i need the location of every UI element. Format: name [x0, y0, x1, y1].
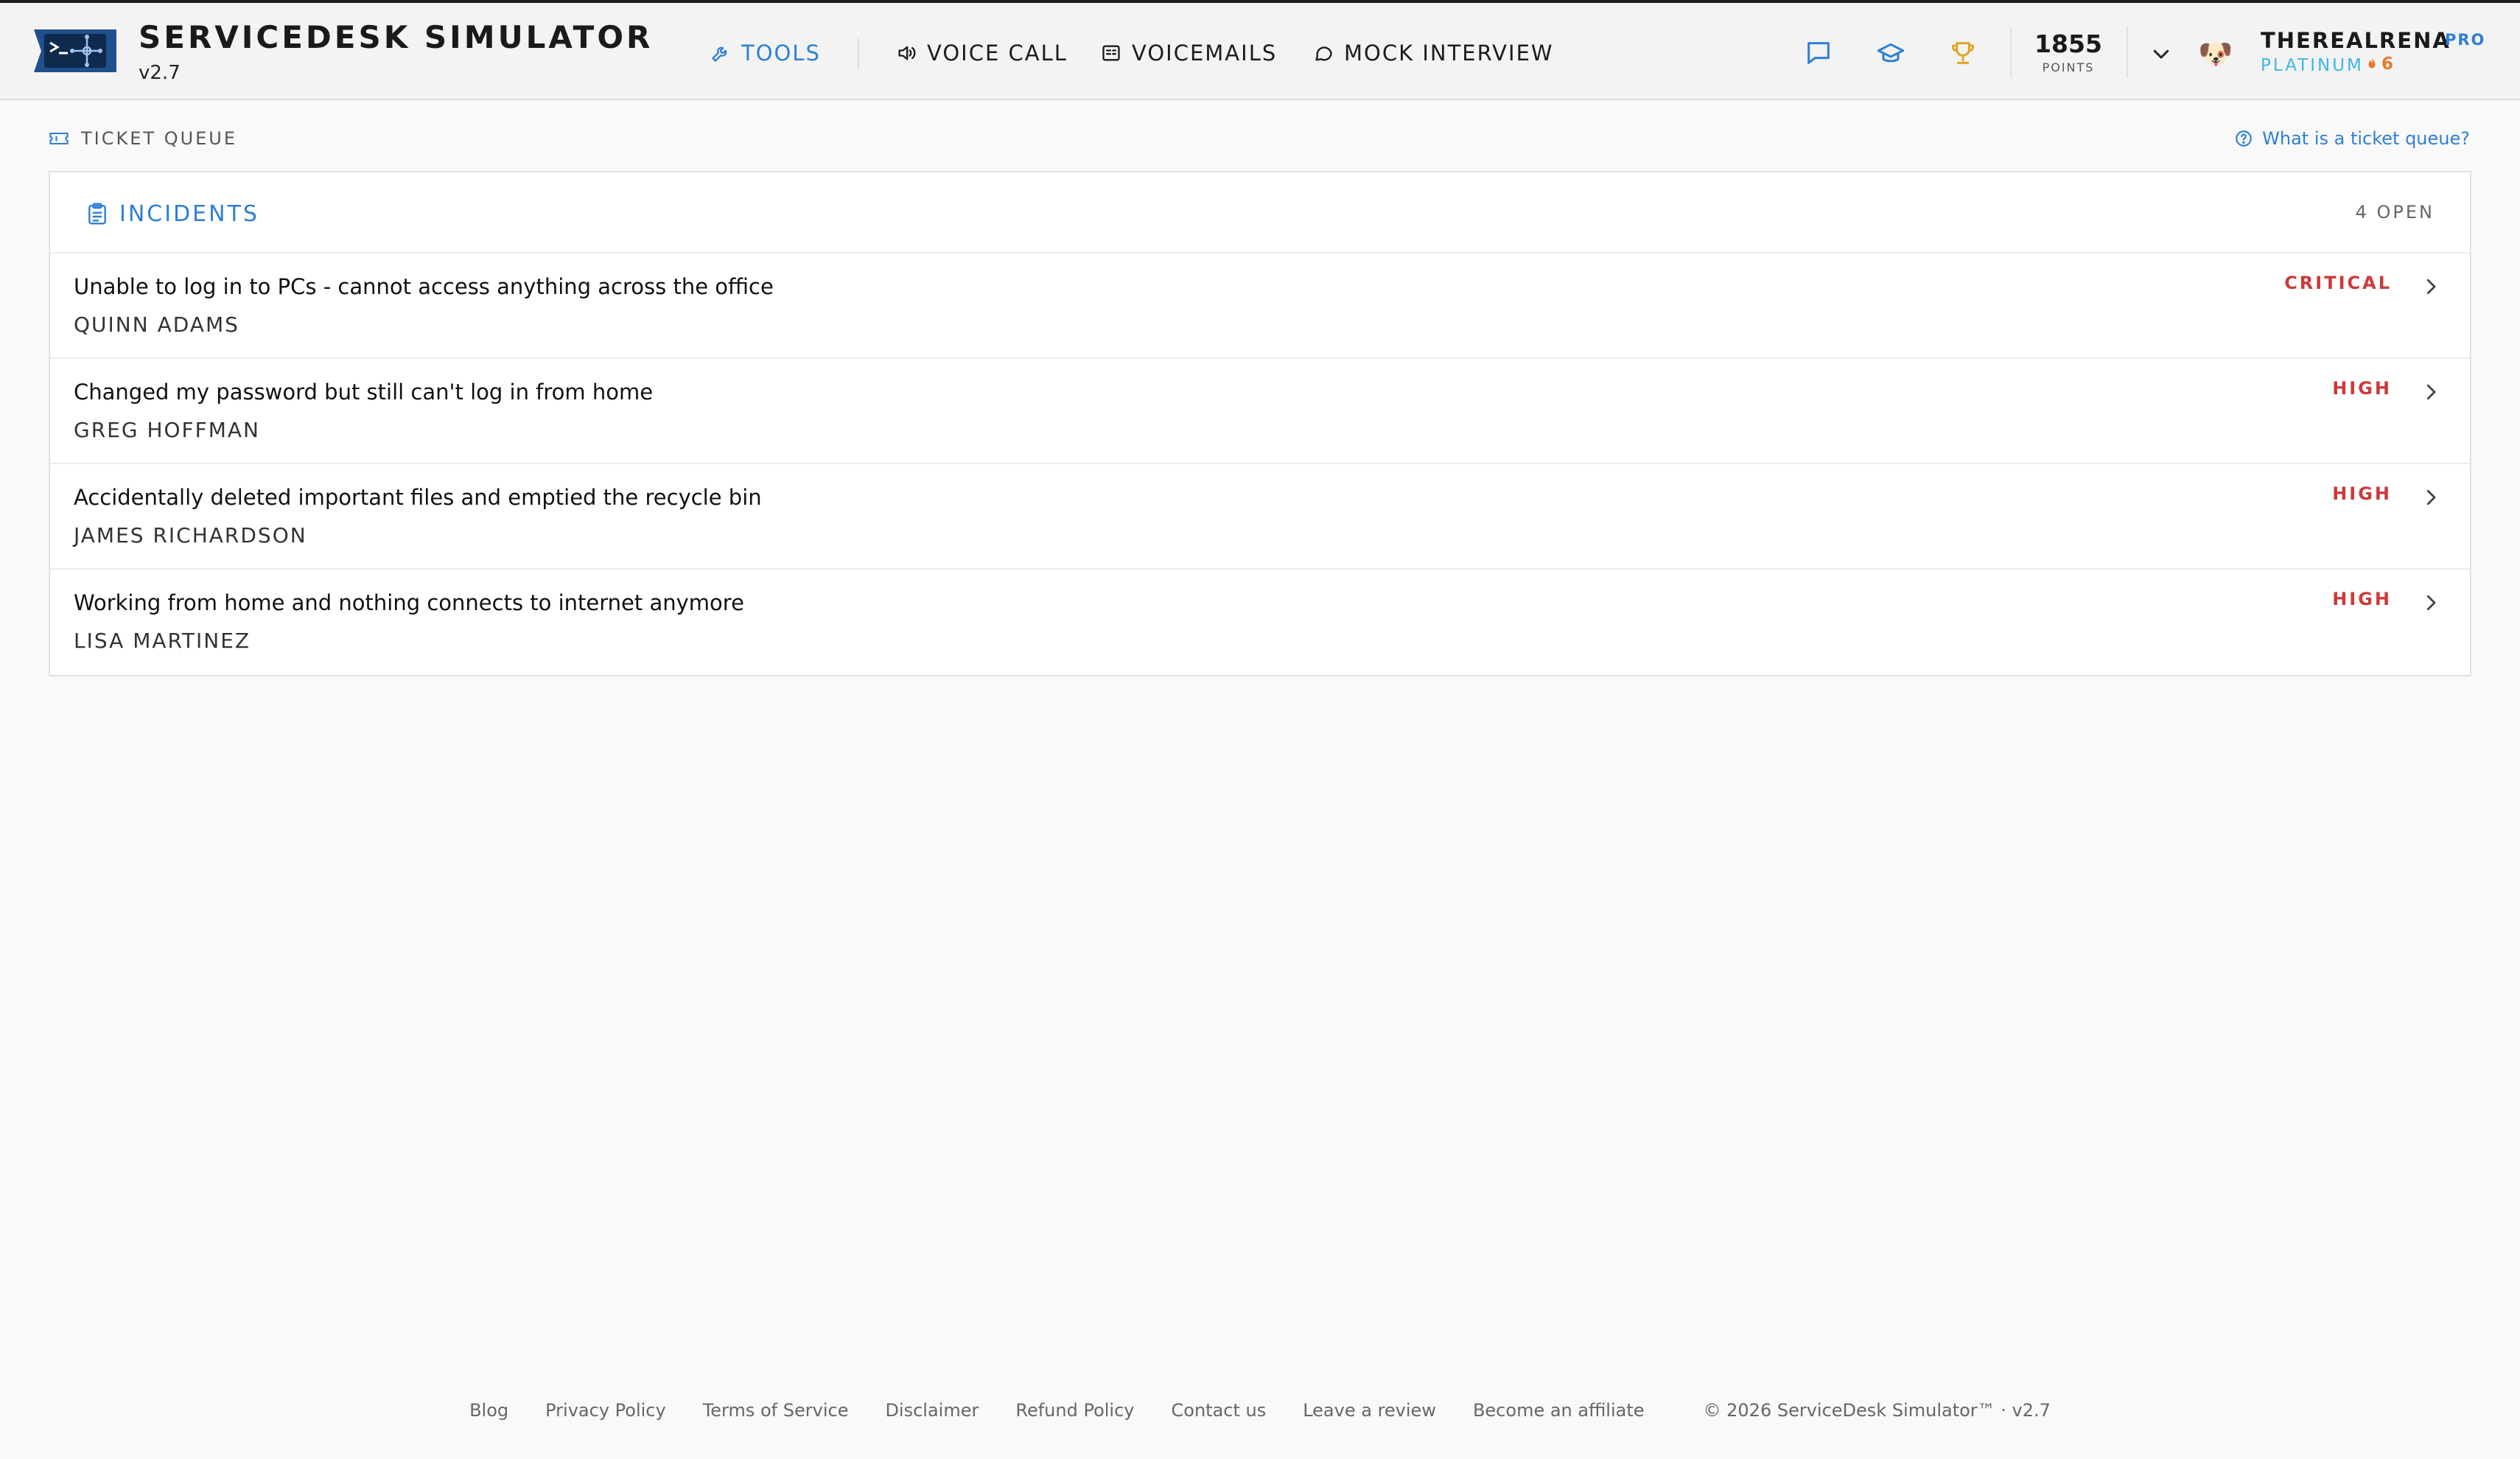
ticket-queue-help-link[interactable]: What is a ticket queue?	[2234, 127, 2470, 150]
nav-mock-interview-label: MOCK INTERVIEW	[1344, 41, 1554, 66]
ticket-row[interactable]: Working from home and nothing connects t…	[50, 570, 2470, 675]
wrench-icon	[712, 46, 727, 62]
footer-link-contact-us[interactable]: Contact us	[1172, 1400, 1267, 1421]
top-navbar: SERVICEDESK SIMULATOR v2.7 TOOLS VOICE C…	[0, 0, 2520, 100]
ticket-icon	[49, 132, 69, 145]
chevron-right-icon[interactable]	[2420, 486, 2442, 508]
footer-link-privacy-policy[interactable]: Privacy Policy	[545, 1400, 666, 1421]
nav-mock-interview[interactable]: MOCK INTERVIEW	[1313, 37, 1554, 69]
ticket-row[interactable]: Accidentally deleted important files and…	[50, 464, 2470, 570]
ticket-row[interactable]: Changed my password but still can't log …	[50, 359, 2470, 464]
streak-counter: 6	[2364, 55, 2393, 74]
footer-link-become-an-affiliate[interactable]: Become an affiliate	[1473, 1400, 1645, 1421]
speaker-icon	[898, 46, 916, 60]
nav-divider	[858, 38, 859, 69]
priority-badge: HIGH	[2332, 589, 2392, 609]
pro-badge: PRO	[2445, 31, 2486, 49]
chat-bubble-icon	[1315, 46, 1332, 61]
footer-link-leave-a-review[interactable]: Leave a review	[1303, 1400, 1436, 1421]
section-label: TICKET QUEUE	[49, 127, 237, 150]
chevron-right-icon[interactable]	[2420, 592, 2442, 614]
nav-voicemails[interactable]: VOICEMAILS	[1101, 37, 1277, 69]
nav-voicemails-label: VOICEMAILS	[1132, 41, 1278, 66]
priority-badge: HIGH	[2332, 483, 2392, 504]
graduation-cap-icon[interactable]	[1876, 38, 1905, 68]
chevron-right-icon[interactable]	[2420, 276, 2442, 298]
messages-icon[interactable]	[1804, 38, 1833, 68]
chevron-down-icon[interactable]	[2150, 43, 2172, 65]
footer-link-refund-policy[interactable]: Refund Policy	[1015, 1400, 1134, 1421]
footer-link-disclaimer[interactable]: Disclaimer	[885, 1400, 979, 1421]
nav-tools[interactable]: TOOLS	[710, 37, 821, 69]
ticket-title: Accidentally deleted important files and…	[74, 485, 762, 510]
priority-badge: CRITICAL	[2284, 273, 2392, 293]
nav-tools-label: TOOLS	[741, 41, 821, 66]
trophy-icon[interactable]	[1948, 38, 1978, 68]
header-divider	[2010, 27, 2012, 78]
ticket-reporter: QUINN ADAMS	[74, 312, 239, 337]
ticket-title: Unable to log in to PCs - cannot access …	[74, 274, 774, 299]
streak-value: 6	[2381, 55, 2394, 74]
footer-link-terms-of-service[interactable]: Terms of Service	[703, 1400, 849, 1421]
ticket-reporter: LISA MARTINEZ	[74, 629, 251, 653]
user-tier: PLATINUM	[2261, 56, 2364, 75]
brand-title[interactable]: SERVICEDESK SIMULATOR	[139, 19, 653, 55]
points-label: POINTS	[2042, 60, 2095, 74]
section-label-text: TICKET QUEUE	[81, 128, 238, 149]
app-version: v2.7	[139, 62, 181, 84]
question-circle-icon	[2236, 130, 2252, 147]
nav-voice-call[interactable]: VOICE CALL	[896, 37, 1068, 69]
help-link-text: What is a ticket queue?	[2262, 128, 2470, 149]
voicemail-icon	[1102, 45, 1120, 61]
ticket-title: Changed my password but still can't log …	[74, 379, 654, 405]
avatar[interactable]: 🐶	[2197, 37, 2234, 71]
priority-badge: HIGH	[2332, 378, 2392, 399]
footer-copyright: © 2026 ServiceDesk Simulator™ · v2.7	[1703, 1400, 2051, 1421]
incidents-panel: INCIDENTS 4 OPEN Unable to log in to PCs…	[49, 171, 2471, 676]
chevron-right-icon[interactable]	[2420, 381, 2442, 403]
footer-link-blog[interactable]: Blog	[469, 1400, 508, 1421]
clipboard-icon	[88, 203, 106, 225]
points-value: 1855	[2034, 29, 2102, 58]
panel-header: INCIDENTS 4 OPEN	[50, 172, 2470, 253]
ticket-reporter: GREG HOFFMAN	[74, 418, 261, 442]
open-count: 4 OPEN	[2355, 202, 2435, 223]
ticket-row[interactable]: Unable to log in to PCs - cannot access …	[50, 253, 2470, 359]
header-divider	[2127, 27, 2128, 78]
ticket-title: Working from home and nothing connects t…	[74, 590, 744, 615]
panel-title: INCIDENTS	[87, 199, 259, 228]
app-logo-icon[interactable]	[34, 27, 116, 75]
nav-voice-call-label: VOICE CALL	[927, 41, 1068, 66]
username[interactable]: THEREALRENA	[2261, 28, 2451, 53]
ticket-reporter: JAMES RICHARDSON	[74, 523, 307, 547]
footer: Blog Privacy Policy Terms of Service Dis…	[0, 1397, 2520, 1424]
panel-title-text: INCIDENTS	[119, 200, 259, 227]
flame-icon	[2368, 57, 2376, 69]
